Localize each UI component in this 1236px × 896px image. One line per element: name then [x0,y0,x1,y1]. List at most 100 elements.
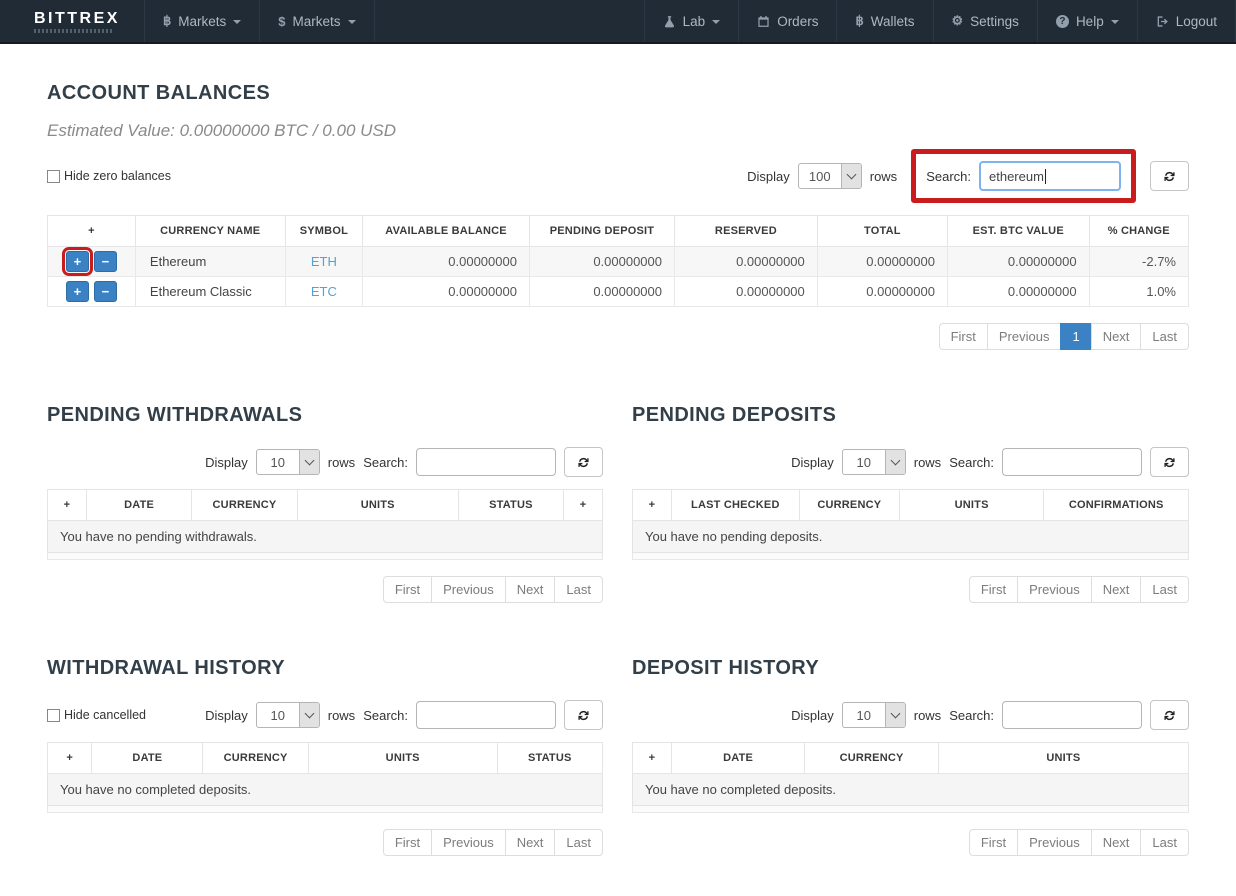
rows-per-page-select[interactable]: 10 [256,449,320,475]
chevron-down-icon [712,20,720,24]
chevron-down-icon [890,456,900,466]
hide-zero-balances-option[interactable]: Hide zero balances [47,169,171,183]
pagination-previous[interactable]: Previous [1017,829,1092,856]
column-header-pct-change[interactable]: % CHANGE [1089,216,1188,247]
column-header-available-balance[interactable]: AVAILABLE BALANCE [363,216,530,247]
deposit-plus-button[interactable]: + [66,281,89,302]
column-header-confirmations[interactable]: CONFIRMATIONS [1044,490,1189,521]
column-header-expand: + [48,216,136,247]
column-header-date[interactable]: DATE [86,490,191,521]
empty-state-row: You have no completed deposits. [48,774,603,806]
withdraw-minus-button[interactable]: − [94,251,117,272]
refresh-button[interactable] [564,447,603,477]
pagination-last[interactable]: Last [554,829,603,856]
nav-settings[interactable]: ⚙ Settings [933,0,1037,42]
refresh-button[interactable] [1150,700,1189,730]
nav-btc-markets[interactable]: ฿ Markets [144,0,259,42]
pending-withdrawals-controls: Display 10 rows Search: [47,447,603,477]
pagination-last[interactable]: Last [1140,323,1189,350]
search-input[interactable] [1002,448,1142,476]
pagination-previous[interactable]: Previous [1017,576,1092,603]
nav-orders[interactable]: Orders [738,0,836,42]
pagination-next[interactable]: Next [505,829,556,856]
search-input[interactable] [1002,701,1142,729]
pagination-last[interactable]: Last [1140,829,1189,856]
search-label: Search: [926,169,971,184]
column-header-total[interactable]: TOTAL [817,216,947,247]
column-header-expand: + [48,490,87,521]
pagination-row: First Previous Next Last [47,829,603,856]
pagination-next[interactable]: Next [1091,576,1142,603]
rows-per-page-select[interactable]: 10 [256,702,320,728]
column-header-reserved[interactable]: RESERVED [675,216,818,247]
refresh-button[interactable] [1150,161,1189,191]
search-input[interactable] [416,448,556,476]
search-input[interactable]: ethereum [979,161,1121,191]
withdraw-minus-button[interactable]: − [94,281,117,302]
pagination-previous[interactable]: Previous [987,323,1062,350]
nav-help[interactable]: ? Help [1037,0,1137,42]
column-header-units[interactable]: UNITS [308,743,497,774]
pagination-previous[interactable]: Previous [431,829,506,856]
currency-name-cell: Ethereum [135,247,285,277]
rows-per-page-select[interactable]: 10 [842,702,906,728]
brand-tagline [34,29,114,33]
hide-zero-checkbox[interactable] [47,170,60,183]
est-btc-value-cell: 0.00000000 [947,247,1089,277]
select-arrow [885,450,905,474]
search-input[interactable] [416,701,556,729]
pagination-first[interactable]: First [969,576,1018,603]
bittrex-logo[interactable]: BITTREX [0,0,144,42]
column-header-currency[interactable]: CURRENCY [799,490,899,521]
pagination-first[interactable]: First [383,576,432,603]
column-header-currency[interactable]: CURRENCY [203,743,308,774]
column-header-est-btc-value[interactable]: EST. BTC VALUE [947,216,1089,247]
nav-usd-markets[interactable]: $ Markets [259,0,374,42]
column-header-date[interactable]: DATE [671,743,804,774]
column-header-pending-deposit[interactable]: PENDING DEPOSIT [529,216,674,247]
refresh-button[interactable] [564,700,603,730]
gear-icon: ⚙ [952,13,964,29]
balances-table: + CURRENCY NAME SYMBOL AVAILABLE BALANCE… [47,215,1189,307]
pagination-next[interactable]: Next [1091,829,1142,856]
row-actions-cell: + − [48,247,136,277]
pagination-last[interactable]: Last [554,576,603,603]
top-navbar: BITTREX ฿ Markets $ Markets Lab Orders ฿… [0,0,1236,44]
rows-label: rows [870,169,897,184]
symbol-link[interactable]: ETH [311,254,337,269]
deposit-plus-button[interactable]: + [66,251,89,272]
nav-wallets[interactable]: ฿ Wallets [836,0,932,42]
column-header-currency[interactable]: CURRENCY [192,490,297,521]
hide-cancelled-option[interactable]: Hide cancelled [47,708,146,722]
column-header-date[interactable]: DATE [92,743,203,774]
rows-per-page-select[interactable]: 10 [842,449,906,475]
nav-orders-label: Orders [777,14,818,29]
pagination-last[interactable]: Last [1140,576,1189,603]
pagination-first[interactable]: First [383,829,432,856]
column-header-symbol[interactable]: SYMBOL [285,216,363,247]
column-header-last-checked[interactable]: LAST CHECKED [671,490,799,521]
pagination-next[interactable]: Next [1091,323,1142,350]
pagination-next[interactable]: Next [505,576,556,603]
pagination-previous[interactable]: Previous [431,576,506,603]
column-header-currency-name[interactable]: CURRENCY NAME [135,216,285,247]
column-header-units[interactable]: UNITS [938,743,1188,774]
balances-table-controls: Display 100 rows Search: ethereum [747,149,1189,203]
hide-cancelled-checkbox[interactable] [47,709,60,722]
column-header-status[interactable]: STATUS [458,490,563,521]
refresh-button[interactable] [1150,447,1189,477]
column-header-units[interactable]: UNITS [297,490,458,521]
display-label: Display [791,455,834,470]
pagination-page-1[interactable]: 1 [1060,323,1091,350]
pagination-first[interactable]: First [969,829,1018,856]
flask-icon [663,15,676,28]
nav-lab[interactable]: Lab [644,0,739,42]
pagination-first[interactable]: First [939,323,988,350]
column-header-status[interactable]: STATUS [497,743,602,774]
symbol-link[interactable]: ETC [311,284,337,299]
pending-withdrawals-table: + DATE CURRENCY UNITS STATUS + You have … [47,489,603,560]
column-header-currency[interactable]: CURRENCY [805,743,938,774]
rows-per-page-select[interactable]: 100 [798,163,862,189]
column-header-units[interactable]: UNITS [899,490,1044,521]
nav-logout[interactable]: Logout [1137,0,1236,42]
